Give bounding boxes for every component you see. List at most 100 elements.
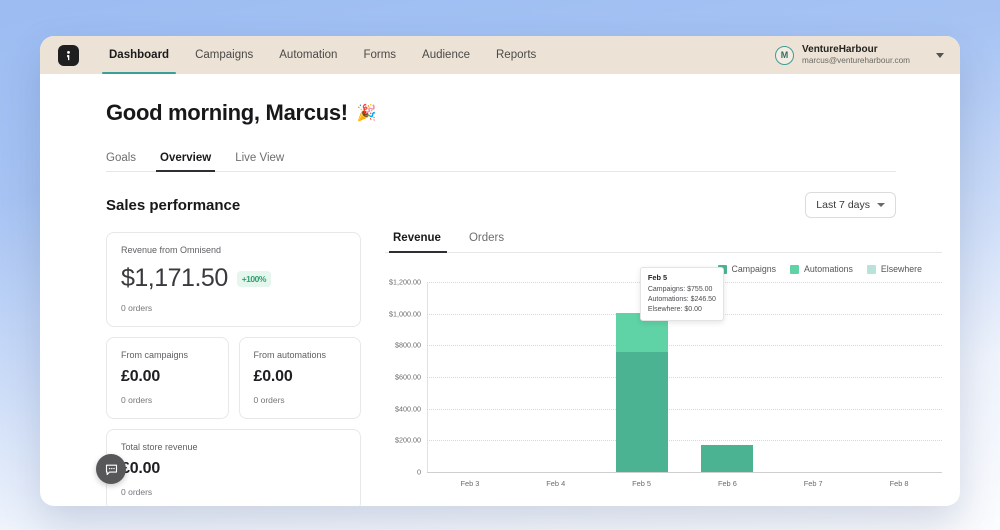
card-from-automations: From automations £0.00 0 orders: [238, 337, 361, 419]
tab-label: Goals: [106, 152, 137, 164]
y-axis-tick-label: $600.00: [395, 372, 421, 382]
nav-item-forms[interactable]: Forms: [350, 36, 409, 74]
y-axis-tick-label: $1,000.00: [389, 309, 421, 319]
bar-slot[interactable]: [856, 282, 942, 472]
dashboard-main: Revenue from Omnisend $1,171.50 +100% 0 …: [106, 232, 960, 506]
y-axis-tick-label: $200.00: [395, 435, 421, 445]
main-nav-items: Dashboard Campaigns Automation Forms Aud…: [96, 36, 549, 74]
stacked-bar[interactable]: [615, 313, 668, 472]
bar-slot[interactable]: [770, 282, 856, 472]
bar-segment-campaigns[interactable]: [615, 352, 668, 472]
status-badge: +100%: [236, 270, 271, 287]
card-value: £0.00: [121, 460, 161, 477]
x-axis-tick-label: Feb 8: [889, 479, 909, 488]
y-axis-tick-label: $400.00: [395, 404, 421, 414]
date-range-selector[interactable]: Last 7 days: [805, 192, 896, 218]
chat-bubble-icon: [105, 464, 117, 475]
tab-live-view[interactable]: Live View: [223, 152, 296, 171]
legend-label: Automations: [804, 264, 853, 274]
card-label: From automations: [253, 350, 327, 360]
card-label: Total store revenue: [121, 442, 198, 452]
x-axis-tick-label: Feb 4: [546, 479, 566, 488]
bar-segment-campaigns[interactable]: [701, 445, 754, 472]
top-navigation-bar: Dashboard Campaigns Automation Forms Aud…: [40, 36, 960, 74]
tab-orders[interactable]: Orders: [455, 232, 518, 252]
nav-item-automation[interactable]: Automation: [266, 36, 350, 74]
legend-item-elsewhere[interactable]: Elsewhere: [866, 264, 922, 274]
greeting-text: Good morning, Marcus!: [106, 100, 348, 125]
card-label: From campaigns: [121, 350, 189, 360]
section-title: Sales performance: [106, 196, 241, 214]
page-content: Good morning, Marcus! 🎉 Goals Overview L…: [40, 74, 960, 506]
stacked-bar[interactable]: [701, 445, 754, 472]
x-axis-tick-label: Feb 6: [717, 479, 737, 488]
card-from-campaigns: From campaigns £0.00 0 orders: [106, 337, 229, 419]
nav-label: Campaigns: [195, 49, 254, 61]
nav-label: Reports: [496, 49, 537, 61]
tab-label: Orders: [468, 232, 505, 244]
metric-cards: Revenue from Omnisend $1,171.50 +100% 0 …: [106, 232, 361, 506]
tab-overview[interactable]: Overview: [148, 152, 223, 172]
gridline: [427, 472, 942, 473]
legend-label: Campaigns: [731, 264, 777, 274]
card-value-row: $1,171.50 +100%: [121, 264, 346, 293]
tab-label: Revenue: [393, 232, 441, 244]
nav-label: Audience: [422, 49, 470, 61]
nav-label: Forms: [363, 49, 397, 61]
legend-swatch: [790, 264, 800, 274]
card-value: £0.00: [253, 368, 293, 385]
card-total-store-revenue: Total store revenue £0.00 0 orders: [106, 429, 361, 506]
avatar: M: [775, 45, 795, 65]
bar-slot[interactable]: Feb 5 Campaigns: $755.00 Automations: $246…: [599, 266, 724, 472]
nav-label: Dashboard: [109, 49, 170, 61]
card-label: Revenue from Omnisend: [121, 245, 222, 255]
chart-tabs: Revenue Orders: [385, 232, 942, 253]
card-subtext: 0 orders: [253, 395, 285, 405]
nav-item-dashboard[interactable]: Dashboard: [96, 36, 182, 74]
legend-item-campaigns[interactable]: Campaigns: [717, 264, 777, 274]
tooltip-title: Feb 5: [647, 272, 668, 282]
x-axis-tick-label: Feb 7: [803, 479, 823, 488]
nav-item-reports[interactable]: Reports: [483, 36, 549, 74]
revenue-chart-panel: Revenue Orders Campaigns Automations Els…: [385, 232, 960, 506]
y-axis-tick-label: $1,200.00: [389, 277, 421, 287]
tooltip-row: Automations: $246.50: [647, 295, 716, 303]
chat-widget-button[interactable]: [96, 454, 126, 484]
tab-revenue[interactable]: Revenue: [385, 232, 455, 253]
card-subtext: 0 orders: [121, 487, 153, 497]
bar-slot[interactable]: [513, 282, 599, 472]
card-value: £0.00: [121, 368, 161, 385]
tooltip-row: Elsewhere: $0.00: [647, 305, 702, 313]
account-name: VentureHarbour: [802, 43, 878, 55]
account-menu[interactable]: M VentureHarbour marcus@ventureharbour.c…: [775, 36, 944, 74]
legend-swatch: [866, 264, 876, 274]
date-range-value: Last 7 days: [816, 199, 870, 211]
section-header: Sales performance Last 7 days: [106, 192, 896, 218]
brand-logo[interactable]: [40, 36, 96, 74]
party-popper-icon: 🎉: [356, 105, 377, 122]
app-window: Dashboard Campaigns Automation Forms Aud…: [40, 36, 960, 506]
y-axis-tick-label: $800.00: [395, 340, 421, 350]
legend-item-automations[interactable]: Automations: [790, 264, 853, 274]
avatar-initial: M: [780, 50, 789, 60]
bar-slot[interactable]: [427, 282, 513, 472]
tab-label: Overview: [160, 152, 212, 164]
bar-group: Feb 5 Campaigns: $755.00 Automations: $246…: [427, 266, 942, 472]
chevron-down-icon: [877, 203, 885, 207]
tab-goals[interactable]: Goals: [106, 152, 148, 171]
legend-label: Elsewhere: [880, 264, 922, 274]
tab-label: Live View: [235, 152, 285, 164]
overview-tabs: Goals Overview Live View: [106, 152, 896, 172]
card-subtext: 0 orders: [121, 395, 153, 405]
tooltip-row: Campaigns: $755.00: [647, 285, 713, 293]
x-axis-labels: Feb 3 Feb 4 Feb 5 Feb 6 Feb 7 Feb 8: [427, 479, 942, 488]
nav-item-campaigns[interactable]: Campaigns: [182, 36, 266, 74]
nav-item-audience[interactable]: Audience: [409, 36, 483, 74]
page-title: Good morning, Marcus! 🎉: [106, 100, 960, 126]
card-subtext: 0 orders: [121, 303, 153, 313]
chart-plot-area: $1,200.00 $1,000.00 $800.00 $600.00 $400.00 $…: [389, 266, 942, 477]
card-value: $1,171.50: [121, 264, 228, 292]
card-row: From campaigns £0.00 0 orders From autom…: [106, 337, 361, 419]
x-axis-tick-label: Feb 5: [632, 479, 652, 488]
brand-logo-icon: [66, 50, 70, 60]
